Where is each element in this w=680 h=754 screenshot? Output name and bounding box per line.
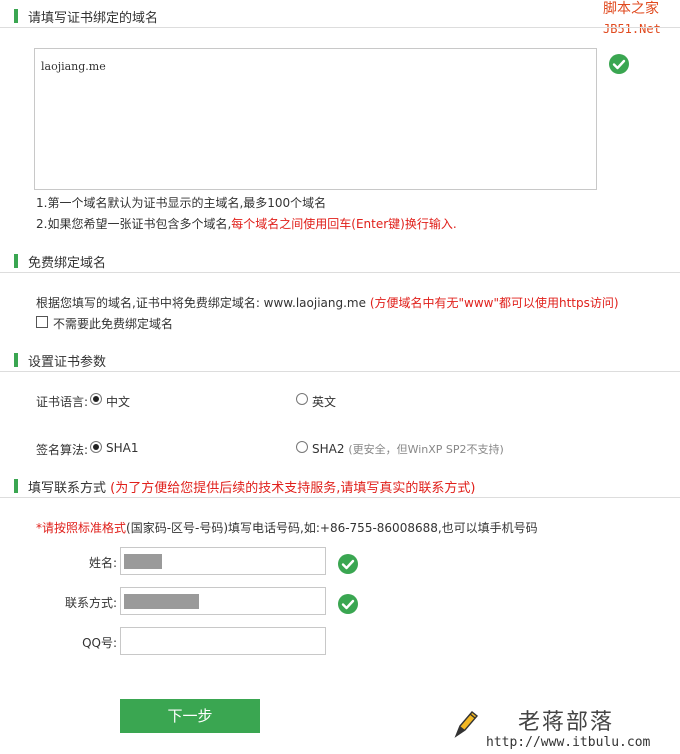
- radio-algo-sha2-note: (更安全，但WinXP SP2不支持): [348, 443, 504, 456]
- section-title-free: 免费绑定域名: [28, 256, 107, 271]
- radio-lang-chinese[interactable]: [90, 393, 102, 405]
- section-header-domain: 请填写证书绑定的域名: [0, 6, 680, 28]
- free-domain-main: 根据您填写的域名,证书中将免费绑定域名: www.laojiang.me: [36, 296, 366, 310]
- section-title-domain: 请填写证书绑定的域名: [28, 11, 159, 26]
- next-step-button[interactable]: 下一步: [120, 699, 260, 733]
- contact-format-hint: *请按照标准格式(国家码-区号-号码)填写电话号码,如:+86-755-8600…: [36, 519, 538, 536]
- pencil-icon: [454, 711, 479, 738]
- domain-hint-2-text: 2.如果您希望一张证书包含多个域名,: [36, 217, 232, 231]
- sign-algorithm-label: 签名算法:: [36, 443, 89, 457]
- watermark-logo-bottom: 老蒋部落 http://www.itbulu.com: [452, 702, 680, 754]
- name-redacted: [124, 554, 162, 569]
- free-domain-text: 根据您填写的域名,证书中将免费绑定域名: www.laojiang.me (方便…: [36, 294, 619, 311]
- radio-algo-sha1[interactable]: [90, 441, 102, 453]
- section-marker: [14, 9, 18, 23]
- check-icon: [609, 54, 629, 74]
- section-marker: [14, 479, 18, 493]
- check-icon: [338, 594, 358, 614]
- watermark-bottom-name: 老蒋部落: [518, 710, 615, 735]
- phone-label: 联系方式:: [64, 596, 117, 610]
- radio-lang-english[interactable]: [296, 393, 308, 405]
- domain-hint-2: 2.如果您希望一张证书包含多个域名,每个域名之间使用回车(Enter键)换行输入…: [36, 215, 457, 232]
- radio-algo-sha1-label: SHA1: [106, 441, 139, 455]
- section-marker: [14, 353, 18, 367]
- section-marker: [14, 254, 18, 268]
- qq-input[interactable]: [120, 627, 326, 655]
- radio-algo-sha2-text: SHA2: [312, 442, 345, 456]
- radio-lang-chinese-label: 中文: [106, 395, 131, 409]
- cert-language-label: 证书语言:: [36, 395, 89, 409]
- domain-textarea[interactable]: laojiang.me: [34, 48, 597, 190]
- section-title-params: 设置证书参数: [28, 355, 107, 370]
- phone-redacted: [124, 594, 199, 609]
- domain-hint-1: 1.第一个域名默认为证书显示的主域名,最多100个域名: [36, 196, 327, 210]
- section-header-contact: 填写联系方式 (为了方便给您提供后续的技术支持服务,请填写真实的联系方式): [0, 476, 680, 498]
- section-header-free: 免费绑定域名: [0, 251, 680, 273]
- no-free-domain-label: 不需要此免费绑定域名: [53, 317, 174, 331]
- section-title-contact: 填写联系方式 (为了方便给您提供后续的技术支持服务,请填写真实的联系方式): [28, 477, 475, 496]
- domain-hint-2-warning: 每个域名之间使用回车(Enter键)换行输入.: [231, 217, 457, 231]
- section-title-contact-text: 填写联系方式: [28, 481, 107, 496]
- check-icon: [338, 554, 358, 574]
- section-title-contact-note: (为了方便给您提供后续的技术支持服务,请填写真实的联系方式): [110, 481, 476, 496]
- radio-lang-english-label: 英文: [312, 395, 337, 409]
- radio-algo-sha2-label: SHA2 (更安全，但WinXP SP2不支持): [312, 441, 504, 457]
- section-header-params: 设置证书参数: [0, 350, 680, 372]
- contact-format-hint-text: (国家码-区号-号码)填写电话号码,如:+86-755-86008688,也可以…: [126, 521, 538, 535]
- qq-label: QQ号:: [82, 636, 117, 650]
- contact-format-hint-required: *请按照标准格式: [36, 521, 127, 535]
- radio-algo-sha2[interactable]: [296, 441, 308, 453]
- name-label: 姓名:: [88, 556, 117, 570]
- no-free-domain-checkbox[interactable]: [36, 316, 48, 328]
- watermark-bottom-url: http://www.itbulu.com: [486, 735, 651, 750]
- phone-input[interactable]: [120, 587, 326, 615]
- free-domain-note: (方便域名中有无"www"都可以使用https访问): [366, 296, 619, 310]
- domain-textarea-value: laojiang.me: [41, 60, 106, 73]
- name-input[interactable]: [120, 547, 326, 575]
